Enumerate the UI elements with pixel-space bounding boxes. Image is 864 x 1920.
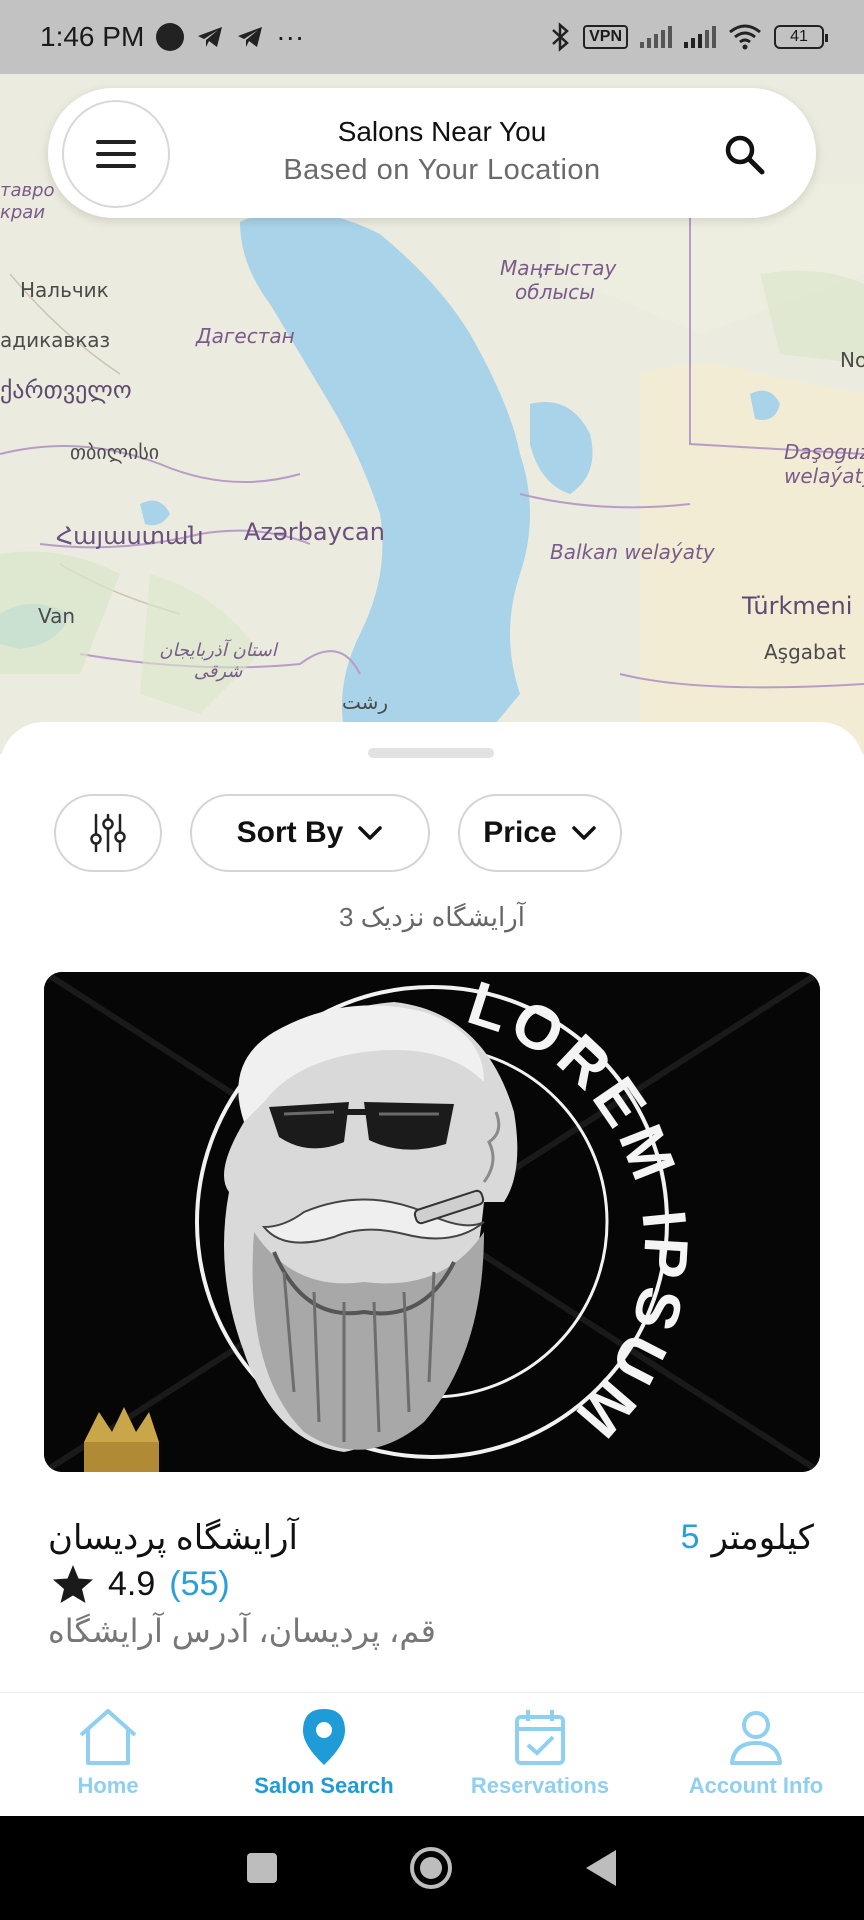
- map-label: ქართველო: [0, 376, 132, 404]
- calendar-check-icon: [515, 1710, 565, 1765]
- map-label: Дагестан: [196, 324, 295, 348]
- bluetooth-icon: [552, 22, 569, 52]
- map-label: Balkan welaýaty: [550, 540, 715, 564]
- status-bar: 1:46 PM ··· VPN 41: [0, 0, 864, 74]
- signal-icon: [684, 26, 716, 48]
- nav-item-reservations[interactable]: Reservations: [432, 1693, 648, 1816]
- map-label: Van: [38, 604, 76, 628]
- battery-icon: 41: [774, 25, 828, 49]
- sort-by-dropdown[interactable]: Sort By: [190, 794, 430, 872]
- salon-distance: کیلومتر 5: [681, 1518, 814, 1558]
- page-subtitle: Based on Your Location: [283, 154, 601, 186]
- map-label: Türkmeni: [742, 592, 853, 620]
- map-label: Нальчик: [20, 278, 109, 302]
- nav-label: Reservations: [470, 1773, 610, 1798]
- back-triangle-icon[interactable]: [583, 1848, 619, 1888]
- system-navigation-bar: [0, 1816, 864, 1920]
- notification-dot-icon: [156, 23, 185, 51]
- salon-image[interactable]: LOREM IPSUM: [44, 972, 820, 1472]
- nav-item-home[interactable]: Home: [0, 1693, 216, 1816]
- hamburger-icon: [96, 136, 136, 172]
- bottom-navigation: Home Salon Search Reservations Account I…: [0, 1692, 864, 1816]
- telegram-icon: [198, 27, 223, 47]
- map-label: Daşoguz welaýaty: [784, 440, 864, 488]
- nav-item-salon-search[interactable]: Salon Search: [216, 1693, 432, 1816]
- distance-unit: کیلومتر: [711, 1519, 815, 1557]
- distance-value: 5: [680, 1518, 700, 1556]
- status-time: 1:46 PM: [40, 21, 145, 52]
- map-label: თბილისი: [70, 440, 160, 464]
- nav-label: Home: [77, 1773, 139, 1798]
- menu-button[interactable]: [62, 100, 170, 208]
- map-label: Маңғыстау облысы: [500, 256, 617, 304]
- map-label: Azərbaycan: [244, 518, 385, 546]
- home-circle-icon[interactable]: [408, 1845, 454, 1891]
- more-notifications-icon: ···: [276, 21, 305, 52]
- location-pin-icon: [303, 1709, 345, 1765]
- home-icon: [79, 1709, 137, 1765]
- header-card: Salons Near You Based on Your Location: [48, 88, 816, 218]
- results-sheet: Sort By Price آرایشگاه نزدیک 3 LOREM IPS…: [0, 722, 864, 1692]
- sort-by-label: Sort By: [236, 816, 344, 849]
- sliders-icon: [90, 813, 126, 853]
- star-icon: [53, 1565, 93, 1603]
- filter-button[interactable]: [54, 794, 162, 872]
- results-count: آرایشگاه نزدیک 3: [339, 902, 525, 932]
- wifi-icon: [729, 24, 761, 50]
- map-label: Aşgabat: [764, 640, 846, 664]
- map-label: No: [840, 348, 864, 372]
- map-label: адикавказ: [0, 328, 111, 352]
- price-label: Price: [483, 816, 557, 849]
- review-count: (55): [169, 1564, 230, 1603]
- salon-name[interactable]: آرایشگاه پردیسان: [48, 1518, 298, 1558]
- chevron-down-icon: [571, 826, 596, 840]
- sheet-drag-handle[interactable]: [368, 748, 494, 758]
- salon-rating: 4.9 (55): [52, 1564, 230, 1604]
- page-title: Salons Near You: [337, 116, 547, 147]
- map-label: Հայաստան: [56, 522, 204, 550]
- vpn-badge: VPN: [583, 25, 628, 49]
- recents-square-icon[interactable]: [245, 1851, 279, 1885]
- chevron-down-icon: [358, 826, 383, 840]
- signal-icon: [640, 26, 672, 48]
- search-icon[interactable]: [722, 132, 766, 176]
- telegram-icon: [238, 27, 263, 47]
- price-dropdown[interactable]: Price: [458, 794, 622, 872]
- salon-address: قم، پردیسان، آدرس آرایشگاه: [48, 1613, 436, 1649]
- nav-label: Account Info: [688, 1773, 824, 1798]
- user-icon: [730, 1711, 782, 1765]
- map-label: رشت: [342, 690, 389, 714]
- rating-value: 4.9: [108, 1564, 156, 1603]
- nav-label: Salon Search: [254, 1773, 394, 1798]
- map-label: استان آذربایجان شرقی: [159, 640, 277, 682]
- nav-item-account-info[interactable]: Account Info: [648, 1693, 864, 1816]
